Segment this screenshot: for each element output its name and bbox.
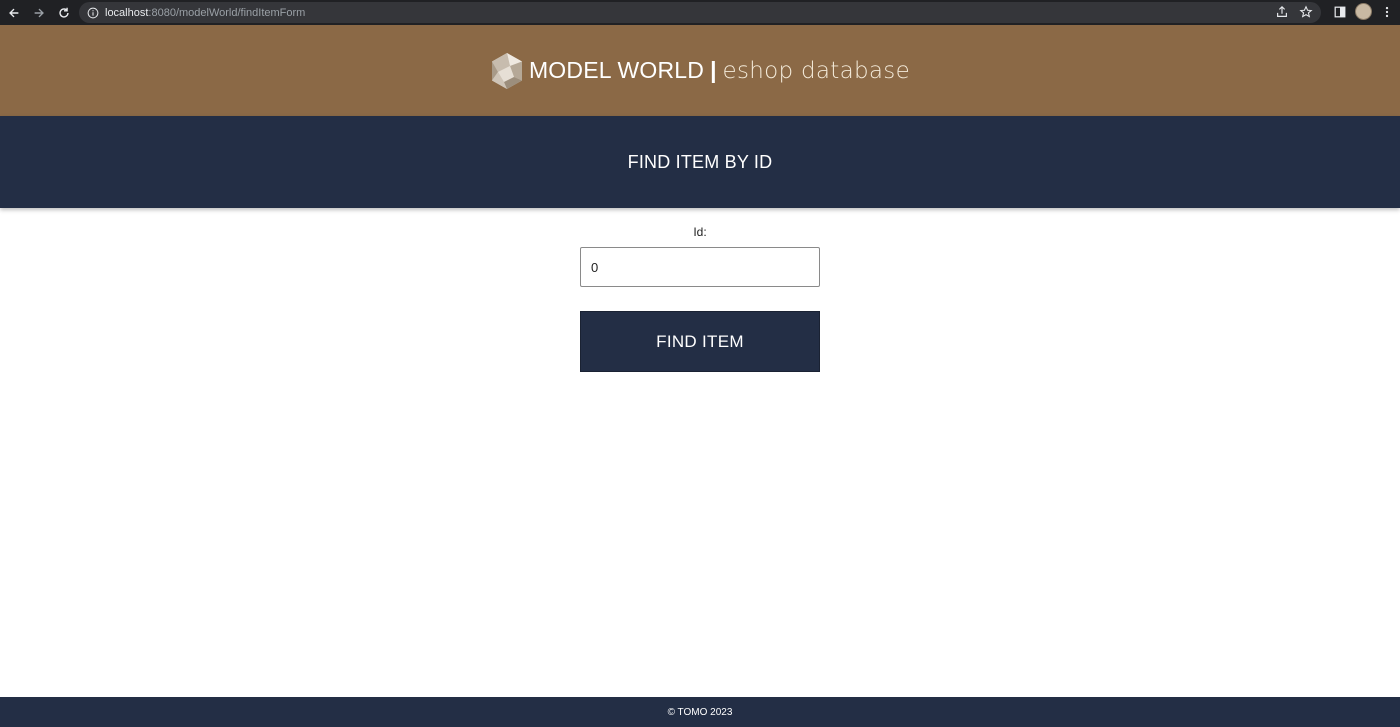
info-icon[interactable] xyxy=(87,7,99,19)
forward-icon xyxy=(34,8,44,17)
back-icon xyxy=(9,8,19,17)
brand-separator: | xyxy=(710,57,717,83)
star-icon[interactable] xyxy=(1299,5,1313,19)
forward-button[interactable] xyxy=(28,2,50,24)
back-button[interactable] xyxy=(3,2,25,24)
address-bar[interactable]: localhost:8080/modelWorld/findItemForm xyxy=(79,2,1321,23)
url-path: :8080/modelWorld/findItemForm xyxy=(148,6,306,19)
footer: © TOMO 2023 xyxy=(0,697,1400,727)
brand[interactable]: MODEL WORLD | eshop database xyxy=(490,52,910,90)
id-input[interactable] xyxy=(580,247,820,287)
reload-icon xyxy=(59,7,69,18)
brand-name: MODEL WORLD xyxy=(528,57,705,83)
polyhedron-logo xyxy=(491,52,522,89)
brand-subtitle: eshop database xyxy=(722,57,911,84)
share-icon[interactable] xyxy=(1275,5,1289,19)
footer-copyright: © TOMO 2023 xyxy=(667,706,733,718)
side-panel-icon[interactable] xyxy=(1333,5,1347,19)
kebab-menu-icon[interactable] xyxy=(1380,5,1394,19)
brand-header: MODEL WORLD | eshop database xyxy=(0,25,1400,116)
find-item-button[interactable]: FIND ITEM xyxy=(580,311,820,372)
profile-avatar[interactable] xyxy=(1355,3,1372,20)
url-host: localhost xyxy=(105,6,149,19)
page-title: FIND ITEM BY ID xyxy=(627,151,773,172)
reload-button[interactable] xyxy=(53,2,75,24)
page-title-band: FIND ITEM BY ID xyxy=(0,116,1400,208)
browser-toolbar: localhost:8080/modelWorld/findItemForm xyxy=(0,0,1400,25)
id-label: Id: xyxy=(693,225,707,239)
